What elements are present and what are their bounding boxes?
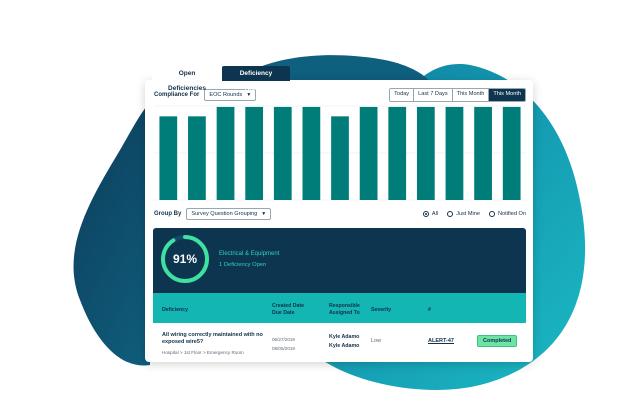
col-created: Created Date Due Date xyxy=(272,303,304,316)
radio-all[interactable]: All xyxy=(422,211,439,217)
row-created-date: 06/27/2019 xyxy=(272,337,295,342)
bar-12[interactable] xyxy=(474,106,492,200)
bar-7[interactable] xyxy=(331,116,349,200)
bar-9[interactable] xyxy=(388,106,407,200)
row-dates: 06/27/2019 08/05/2019 xyxy=(272,335,295,353)
col-deficiency: Deficiency xyxy=(162,307,188,313)
chevron-down-icon: ▼ xyxy=(261,211,267,217)
bar-1[interactable] xyxy=(159,116,178,200)
col-severity: Severity xyxy=(371,307,392,313)
bar-5[interactable] xyxy=(273,106,292,200)
bar-3[interactable] xyxy=(216,106,235,200)
radio-all-label: All xyxy=(431,211,439,217)
bar-10[interactable] xyxy=(416,106,435,200)
range-this-month-active-button[interactable]: This Month xyxy=(489,89,525,101)
group-header[interactable]: 91% Electrical & Equipment 1 Deficiency … xyxy=(153,228,526,293)
radio-just-mine-label: Just Mine xyxy=(456,211,481,217)
radio-notified-on[interactable]: Notified On xyxy=(489,211,526,217)
bar-2[interactable] xyxy=(188,116,206,200)
range-last-7-days-button[interactable]: Last 7 Days xyxy=(414,89,453,101)
tab-strip: Open Deficiencies Deficiency History xyxy=(152,66,290,92)
radio-unselected-icon xyxy=(489,211,496,217)
deficiency-group: 91% Electrical & Equipment 1 Deficiency … xyxy=(153,228,526,362)
row-alert-link[interactable]: ALERT-47 xyxy=(428,338,454,344)
table-header: Deficiency Created Date Due Date Respons… xyxy=(153,293,526,323)
bar-chart xyxy=(154,105,526,201)
bar-4[interactable] xyxy=(245,106,264,200)
bar-6[interactable] xyxy=(302,106,321,200)
filter-radios: All Just Mine Notified On xyxy=(422,211,526,217)
row-description: All wiring correctly maintained with no … xyxy=(162,332,263,345)
group-by-value: Survey Question Grouping xyxy=(191,211,258,217)
filter-row: Compliance For EOC Rounds ▼ Today Last 7… xyxy=(154,88,526,102)
group-title: Electrical & Equipment xyxy=(219,251,280,257)
group-by-label: Group By xyxy=(154,211,182,217)
tab-open-deficiencies[interactable]: Open Deficiencies xyxy=(152,66,222,92)
col-number: # xyxy=(428,307,431,313)
group-by-select[interactable]: Survey Question Grouping ▼ xyxy=(186,208,272,220)
col-responsible: Responsible Assigned To xyxy=(329,303,360,316)
bar-8[interactable] xyxy=(359,106,378,200)
radio-selected-icon xyxy=(422,211,429,217)
bar-11[interactable] xyxy=(445,106,464,200)
group-subtitle: 1 Deficiency Open xyxy=(219,262,267,268)
row-people: Kyle Adamo Kyle Adamo xyxy=(329,333,359,351)
bar-13[interactable] xyxy=(502,106,521,200)
radio-unselected-icon xyxy=(447,211,454,217)
col-created-date: Created Date xyxy=(272,303,305,309)
col-due-date: Due Date xyxy=(272,309,295,316)
group-row: Group By Survey Question Grouping ▼ All … xyxy=(154,207,526,221)
row-assigned: Kyle Adamo xyxy=(329,343,360,349)
col-responsible-label: Responsible xyxy=(329,303,360,309)
row-responsible: Kyle Adamo xyxy=(329,334,360,340)
dashboard-card: Compliance For EOC Rounds ▼ Today Last 7… xyxy=(145,80,533,362)
status-badge: Completed xyxy=(477,335,518,347)
row-severity: Low xyxy=(371,338,382,344)
date-range-selector: Today Last 7 Days This Month This Month xyxy=(389,88,526,102)
col-assigned-label: Assigned To xyxy=(329,309,360,316)
group-percent: 91% xyxy=(172,252,198,266)
compliance-value: EOC Rounds xyxy=(209,92,243,98)
radio-just-mine[interactable]: Just Mine xyxy=(447,211,480,217)
table-row[interactable]: All wiring correctly maintained with no … xyxy=(153,323,526,359)
tab-deficiency-history[interactable]: Deficiency History xyxy=(222,66,290,92)
row-due-date: 08/05/2019 xyxy=(272,346,295,351)
range-today-button[interactable]: Today xyxy=(390,89,415,101)
radio-notified-on-label: Notified On xyxy=(498,211,526,217)
row-location: Hospital > 1st Floor > Emergency Room xyxy=(162,350,244,355)
range-this-month-button[interactable]: This Month xyxy=(452,89,490,101)
